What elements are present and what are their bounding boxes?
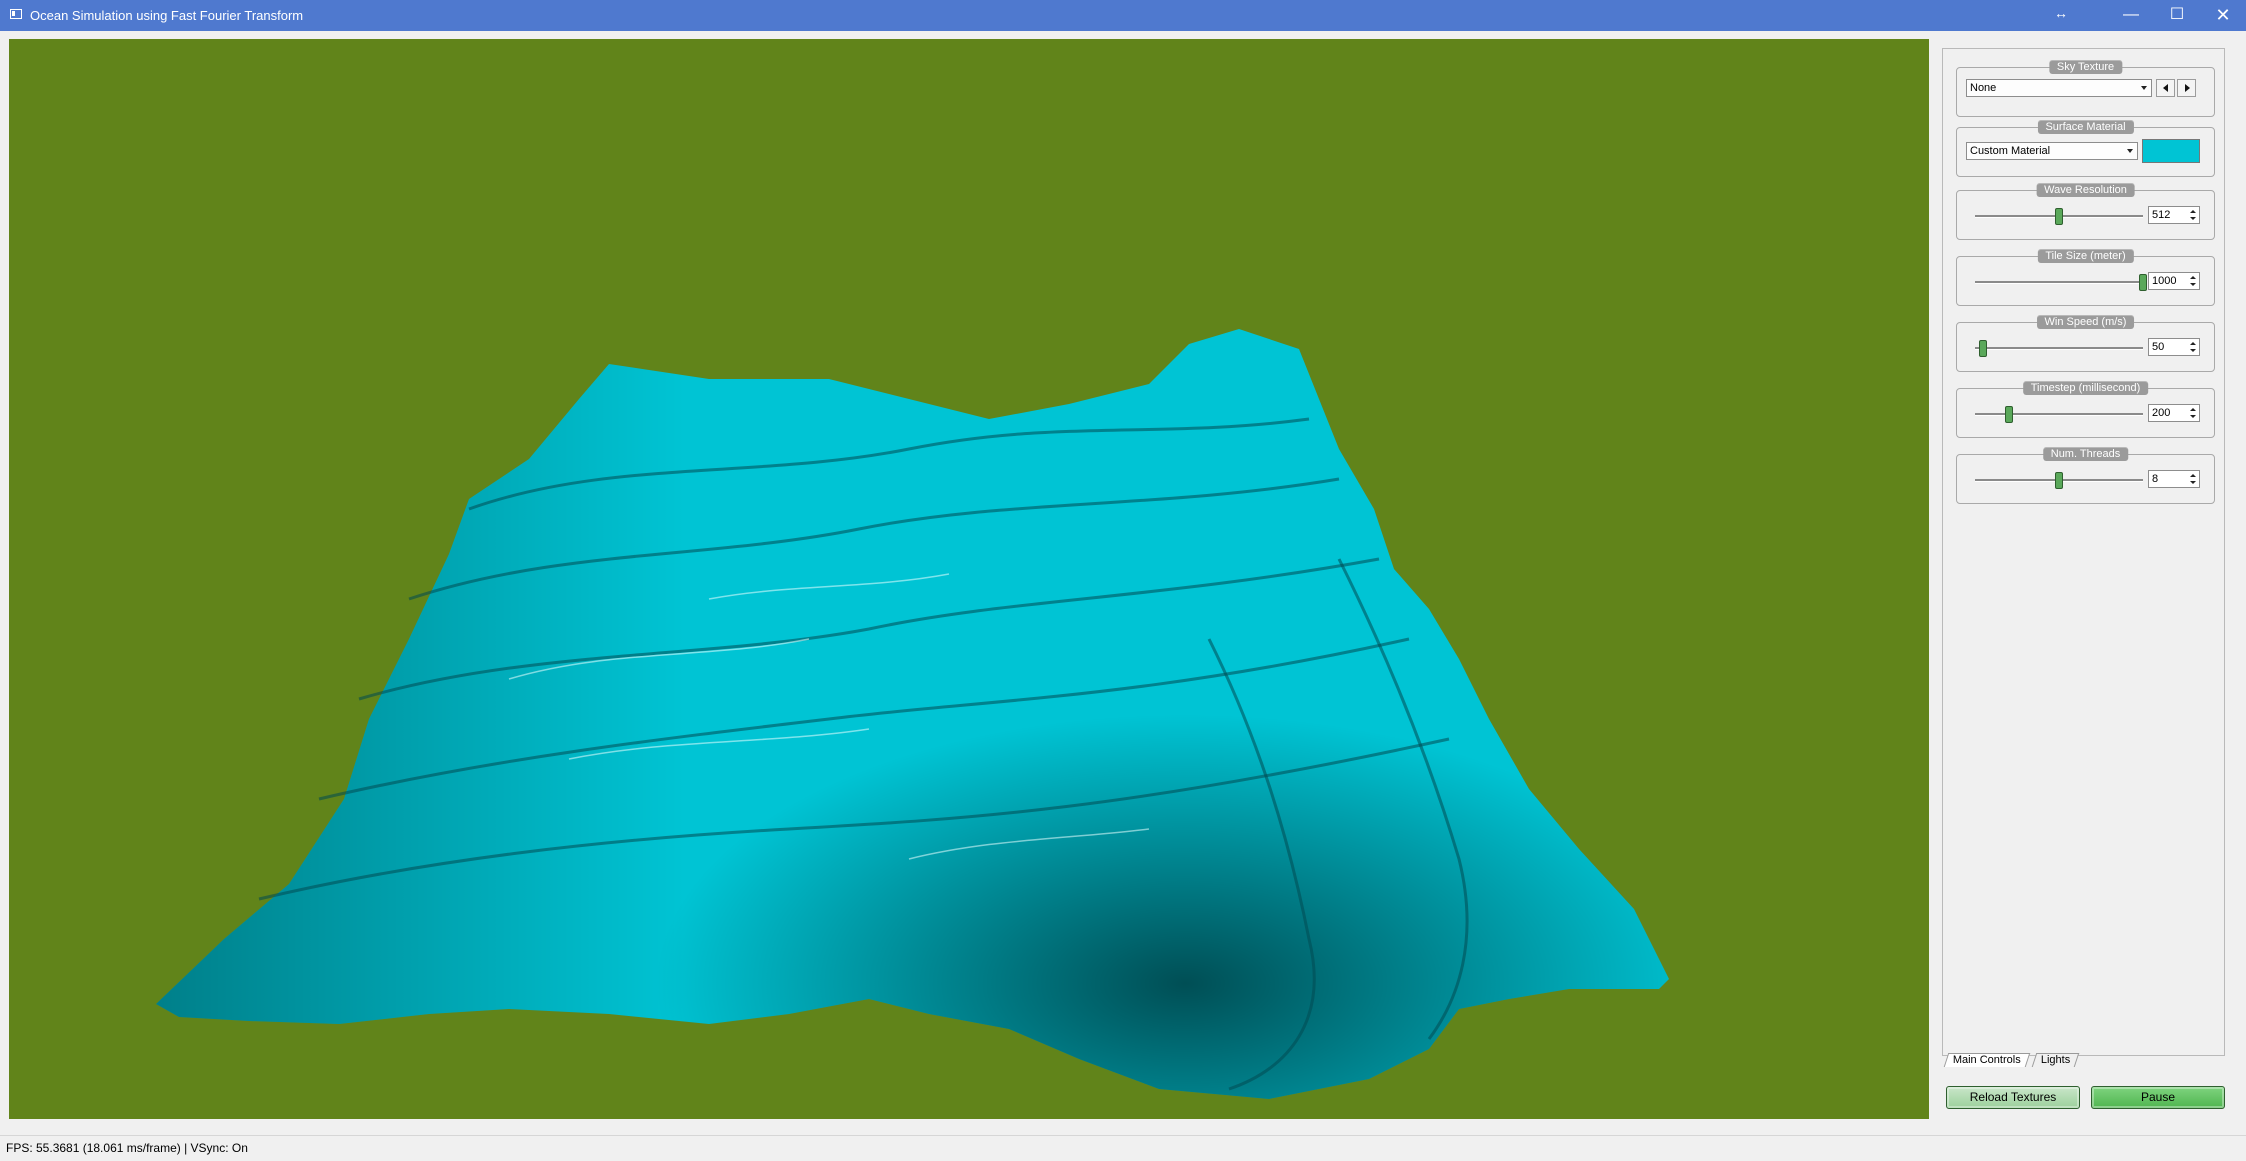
maximize-button[interactable]: ☐ [2154,0,2200,31]
tile-size-group: Tile Size (meter) 1000 [1956,249,2215,306]
wave-resolution-group: Wave Resolution 512 [1956,183,2215,240]
spin-down-icon[interactable] [2190,481,2196,484]
wind-speed-slider[interactable] [1975,347,2143,350]
timestep-group: Timestep (millisecond) 200 [1956,381,2215,438]
spin-up-icon[interactable] [2190,210,2196,213]
wind-speed-title: Win Speed (m/s) [2036,315,2135,329]
tab-lights-label: Lights [2040,1054,2071,1066]
status-bar: FPS: 55.3681 (18.061 ms/frame) | VSync: … [0,1135,2246,1161]
num-threads-spinbox[interactable]: 8 [2148,470,2200,488]
timestep-slider-handle[interactable] [2004,406,2013,423]
num-threads-slider-handle[interactable] [2055,472,2063,489]
wind-speed-group: Win Speed (m/s) 50 [1956,315,2215,372]
arrow-left-icon [2163,84,2168,92]
window-title: Ocean Simulation using Fast Fourier Tran… [30,8,304,23]
surface-material-value: Custom Material [1970,145,2051,157]
arrow-right-icon [2185,84,2190,92]
close-button[interactable]: ✕ [2200,0,2246,31]
spin-down-icon[interactable] [2190,283,2196,286]
fps-status: FPS: 55.3681 (18.061 ms/frame) | VSync: … [6,1141,248,1155]
sky-texture-dropdown[interactable]: None [1966,79,2152,97]
timestep-spinbox[interactable]: 200 [2148,404,2200,422]
wave-resolution-slider-handle[interactable] [2055,208,2063,225]
tile-size-value: 1000 [2152,275,2177,287]
control-panel: Sky Texture None Surface Material Custom… [1942,48,2225,1056]
chevron-down-icon [2127,149,2133,153]
num-threads-title: Num. Threads [2042,447,2129,461]
spin-down-icon[interactable] [2190,415,2196,418]
app-icon [10,9,22,19]
wind-speed-spinbox[interactable]: 50 [2148,338,2200,356]
tile-size-spinbox[interactable]: 1000 [2148,272,2200,290]
title-bar: Ocean Simulation using Fast Fourier Tran… [0,0,2246,31]
wind-speed-slider-handle[interactable] [1979,340,1988,357]
minimize-button[interactable]: — [2108,0,2154,31]
spin-up-icon[interactable] [2190,408,2196,411]
sky-texture-title: Sky Texture [2048,60,2123,74]
ocean-surface-render [156,329,1669,1099]
reload-textures-button[interactable]: Reload Textures [1946,1086,2080,1109]
tile-size-title: Tile Size (meter) [2037,249,2134,263]
spin-up-icon[interactable] [2190,474,2196,477]
spin-up-icon[interactable] [2190,276,2196,279]
wind-speed-value: 50 [2152,341,2165,353]
tab-lights[interactable]: Lights [2031,1053,2080,1067]
tab-main-controls[interactable]: Main Controls [1943,1053,2031,1067]
sky-texture-next-button[interactable] [2177,79,2196,97]
tile-size-slider[interactable] [1975,281,2143,284]
sky-texture-group: Sky Texture None [1956,60,2215,117]
surface-material-dropdown[interactable]: Custom Material [1966,142,2138,160]
ocean-viewport[interactable] [9,39,1929,1119]
timestep-title: Timestep (millisecond) [2022,381,2149,395]
sky-texture-value: None [1970,82,1997,94]
chevron-down-icon [2141,86,2147,90]
wave-resolution-value: 512 [2152,209,2171,221]
timestep-value: 200 [2152,407,2171,419]
wave-resolution-spinbox[interactable]: 512 [2148,206,2200,224]
pause-button[interactable]: Pause [2091,1086,2225,1109]
spin-down-icon[interactable] [2190,349,2196,352]
resize-icon: ↔ [2054,5,2068,21]
spin-down-icon[interactable] [2190,217,2196,220]
tile-size-slider-handle[interactable] [2139,274,2147,291]
timestep-slider[interactable] [1975,413,2143,416]
wave-resolution-title: Wave Resolution [2036,183,2135,197]
surface-material-title: Surface Material [2037,120,2134,134]
tab-main-controls-label: Main Controls [1952,1054,2021,1066]
surface-color-swatch[interactable] [2142,139,2200,163]
sky-texture-prev-button[interactable] [2156,79,2175,97]
num-threads-value: 8 [2152,473,2159,485]
num-threads-group: Num. Threads 8 [1956,447,2215,504]
spin-up-icon[interactable] [2190,342,2196,345]
surface-material-group: Surface Material Custom Material [1956,120,2215,177]
